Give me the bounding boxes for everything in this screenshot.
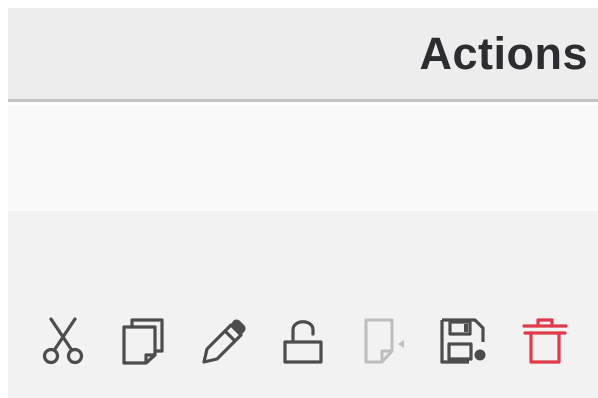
actions-panel: Actions <box>0 0 598 398</box>
unlock-icon <box>283 320 323 364</box>
trash-icon <box>522 318 568 364</box>
move-button[interactable] <box>358 311 412 371</box>
table-row <box>8 211 598 398</box>
save-button[interactable] <box>436 311 490 371</box>
move-file-icon <box>364 318 404 364</box>
cut-button[interactable] <box>36 311 90 371</box>
table-header: Actions <box>8 8 598 102</box>
save-icon <box>440 318 486 364</box>
table-row-empty <box>8 105 598 211</box>
copy-button[interactable] <box>116 311 170 371</box>
scissors-icon <box>42 317 84 365</box>
pencil-icon <box>202 319 246 364</box>
unlock-button[interactable] <box>276 311 330 371</box>
edit-button[interactable] <box>196 311 250 371</box>
actions-column-header: Actions <box>419 28 588 79</box>
delete-button[interactable] <box>518 311 572 371</box>
copy-icon <box>122 318 164 365</box>
